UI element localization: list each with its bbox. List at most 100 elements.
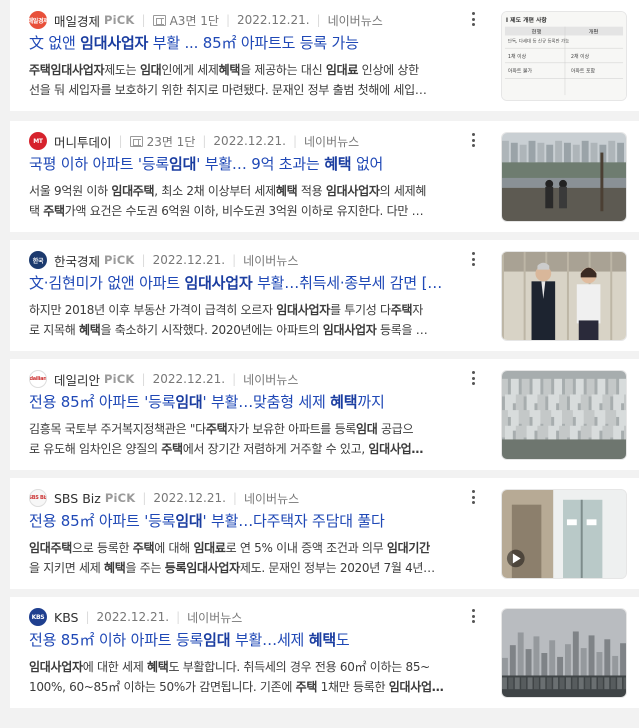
naver-news-link[interactable]: 네이버뉴스: [328, 12, 383, 29]
divider: |: [225, 13, 231, 27]
naver-news-link[interactable]: 네이버뉴스: [243, 371, 298, 388]
title-segment: 임대사업자: [184, 274, 253, 292]
more-options-icon[interactable]: [469, 607, 477, 625]
news-card[interactable]: SBS Biz SBS Biz PiCK | 2022.12.21. | 네이버뉴스 전용 8…: [10, 478, 639, 589]
article-date: 2022.12.21.: [96, 610, 170, 624]
title-segment: 전용 85㎡ 이하 아파트 등록: [29, 631, 204, 649]
title-segment: ' 부활… 9억 초과는: [196, 155, 325, 173]
press-name[interactable]: KBS: [54, 610, 79, 625]
news-card[interactable]: KBS KBS | 2022.12.21. | 네이버뉴스 전용 85㎡ 이하 아파트 등록…: [10, 597, 639, 708]
article-snippet-line: 주택임대사업자제도는 임대인에게 세제혜택을 제공하는 대신 임대료 인상에 상…: [29, 63, 419, 77]
article-title[interactable]: 전용 85㎡ 아파트 '등록임대' 부활…맞춤형 세제 혜택까지: [29, 392, 475, 412]
divider: |: [118, 134, 123, 148]
article-title-link[interactable]: 文·김현미가 없앤 아파트 임대사업자 부활…취득세·종부세 감면 […: [29, 274, 442, 292]
pick-badge: PiCK: [104, 253, 135, 267]
more-options-icon[interactable]: [469, 131, 477, 149]
article-thumbnail[interactable]: I 제도 개편 사항 현행 개편 단독, 다세대 등 신규 등록만 가능 1채 이상 2채…: [501, 11, 627, 101]
article-thumbnail[interactable]: [501, 132, 627, 222]
article-snippet: 김흥목 국토부 주거복지정책관은 "다주택자가 보유한 아파트를 등록임대 공급…: [29, 419, 475, 459]
press-logo-icon[interactable]: 한국: [29, 251, 47, 269]
pick-badge: PiCK: [104, 372, 135, 386]
dot: [471, 620, 475, 623]
news-card[interactable]: dailian 데일리안 PiCK | 2022.12.21. | 네이버뉴스 전용 85㎡ …: [10, 359, 639, 470]
dot: [471, 609, 475, 612]
article-thumbnail[interactable]: [501, 251, 627, 341]
title-segment: 없어: [351, 155, 384, 173]
article-date: 2022.12.21.: [213, 134, 286, 148]
press-logo-icon[interactable]: dailian: [29, 370, 47, 388]
dot: [471, 371, 475, 374]
article-title-link[interactable]: 전용 85㎡ 아파트 '등록임대' 부활…다주택자 주담대 풀다: [29, 512, 385, 530]
article-meta: SBS Biz SBS Biz PiCK | 2022.12.21. | 네이버뉴스: [29, 488, 299, 508]
svg-text:아파트 포함: 아파트 포함: [571, 68, 596, 75]
article-snippet: 서울 9억원 이하 임대주택, 최소 2채 이상부터 세제혜택 적용 임대사업자…: [29, 181, 475, 221]
more-options-icon[interactable]: [469, 369, 477, 387]
dot: [471, 12, 475, 15]
article-snippet-line: 100%, 60~85㎡ 이하는 50%가 감면됩니다. 기존에 주택 1채만 …: [29, 680, 444, 694]
article-title[interactable]: 전용 85㎡ 아파트 '등록임대' 부활…다주택자 주담대 풀다: [29, 511, 475, 531]
naver-news-link[interactable]: 네이버뉴스: [243, 252, 298, 269]
article-snippet-line: 을 지키면 세제 혜택을 주는 등록임대사업자제도. 문재인 정부는 2020년…: [29, 561, 435, 575]
divider: |: [141, 13, 146, 27]
divider: |: [141, 372, 146, 386]
press-logo-icon[interactable]: SBS Biz: [29, 489, 47, 507]
article-snippet-line: 임대주택으로 등록한 주택에 대해 임대료로 연 5% 이내 증액 조건과 의무…: [29, 541, 430, 555]
article-title[interactable]: 전용 85㎡ 이하 아파트 등록임대 부활…세제 혜택도: [29, 630, 475, 650]
paper-page: A3면 1단: [169, 13, 219, 28]
dot: [471, 257, 475, 261]
title-segment: 전용 85㎡ 아파트 '등록: [29, 512, 176, 530]
article-title[interactable]: 文 없앤 임대사업자 부활 ... 85㎡ 아파트도 등록 가능: [29, 33, 475, 53]
article-snippet: 임대주택으로 등록한 주택에 대해 임대료로 연 5% 이내 증액 조건과 의무…: [29, 538, 475, 578]
dot: [471, 382, 475, 385]
paper-page: 23면 1단: [146, 134, 196, 149]
title-segment: 전용 85㎡ 아파트 '등록: [29, 393, 176, 411]
article-thumbnail[interactable]: [501, 608, 627, 698]
pick-badge: PiCK: [104, 491, 136, 505]
article-thumbnail[interactable]: [501, 489, 627, 579]
press-name[interactable]: 데일리안: [54, 370, 100, 389]
article-thumbnail[interactable]: [501, 370, 627, 460]
naver-news-link[interactable]: 네이버뉴스: [304, 133, 359, 150]
article-title-link[interactable]: 전용 85㎡ 아파트 '등록임대' 부활…맞춤형 세제 혜택까지: [29, 393, 385, 411]
title-segment: 임대: [175, 512, 203, 530]
title-segment: 혜택: [308, 631, 336, 649]
svg-text:단독, 다세대 등 신규 등록만 가능: 단독, 다세대 등 신규 등록만 가능: [508, 37, 569, 44]
press-name[interactable]: 한국경제: [54, 251, 100, 270]
article-title[interactable]: 국평 이하 아파트 '등록임대' 부활… 9억 초과는 혜택 없어: [29, 154, 475, 174]
more-options-icon[interactable]: [469, 250, 477, 268]
article-title[interactable]: 文·김현미가 없앤 아파트 임대사업자 부활…취득세·종부세 감면 […: [29, 273, 475, 293]
more-options-icon[interactable]: [469, 488, 477, 506]
news-card[interactable]: MT 머니투데이 | 23면 1단 | 2022.12.21. | 네이버뉴스 국평 이하 아파…: [10, 121, 639, 232]
svg-text:현행: 현행: [532, 28, 542, 36]
article-title-link[interactable]: 文 없앤 임대사업자 부활 ... 85㎡ 아파트도 등록 가능: [29, 34, 359, 52]
dot: [471, 614, 475, 618]
article-meta: 한국 한국경제 PiCK | 2022.12.21. | 네이버뉴스: [29, 250, 298, 270]
article-title-link[interactable]: 전용 85㎡ 이하 아파트 등록임대 부활…세제 혜택도: [29, 631, 350, 649]
press-name[interactable]: 머니투데이: [54, 132, 112, 151]
more-options-icon[interactable]: [469, 10, 477, 28]
press-logo-icon[interactable]: 매일경제: [29, 11, 47, 29]
dot: [471, 144, 475, 147]
article-snippet-line: 하지만 2018년 이후 부동산 가격이 급격히 오르자 임대사업자를 투기성 …: [29, 303, 423, 317]
naver-news-link[interactable]: 네이버뉴스: [244, 490, 299, 507]
press-logo-icon[interactable]: MT: [29, 132, 47, 150]
article-title-link[interactable]: 국평 이하 아파트 '등록임대' 부활… 9억 초과는 혜택 없어: [29, 155, 383, 173]
title-segment: 혜택: [324, 155, 352, 173]
dot: [471, 376, 475, 380]
svg-text:2채 이상: 2채 이상: [571, 53, 590, 60]
divider: |: [232, 491, 237, 505]
title-segment: 부활…취득세·종부세 감면 […: [252, 274, 443, 292]
naver-news-link[interactable]: 네이버뉴스: [187, 609, 242, 626]
news-card[interactable]: 한국 한국경제 PiCK | 2022.12.21. | 네이버뉴스 文·김현미가 없앤 아파…: [10, 240, 639, 351]
article-meta: MT 머니투데이 | 23면 1단 | 2022.12.21. | 네이버뉴스: [29, 131, 359, 151]
press-name[interactable]: SBS Biz: [54, 491, 101, 506]
news-card[interactable]: 매일경제 매일경제 PiCK | A3면 1단 | 2022.12.21. | 네이버뉴스 文 없…: [10, 0, 639, 111]
article-meta: 매일경제 매일경제 PiCK | A3면 1단 | 2022.12.21. | 네이버뉴스: [29, 10, 383, 30]
title-segment: ' 부활…다주택자 주담대 풀다: [202, 512, 385, 530]
news-feed: 매일경제 매일경제 PiCK | A3면 1단 | 2022.12.21. | 네이버뉴스 文 없…: [0, 0, 639, 728]
press-name[interactable]: 매일경제: [54, 11, 100, 30]
svg-text:개편: 개편: [589, 28, 599, 36]
pick-badge: PiCK: [104, 13, 135, 27]
article-date: 2022.12.21.: [152, 372, 226, 386]
press-logo-icon[interactable]: KBS: [29, 608, 47, 626]
